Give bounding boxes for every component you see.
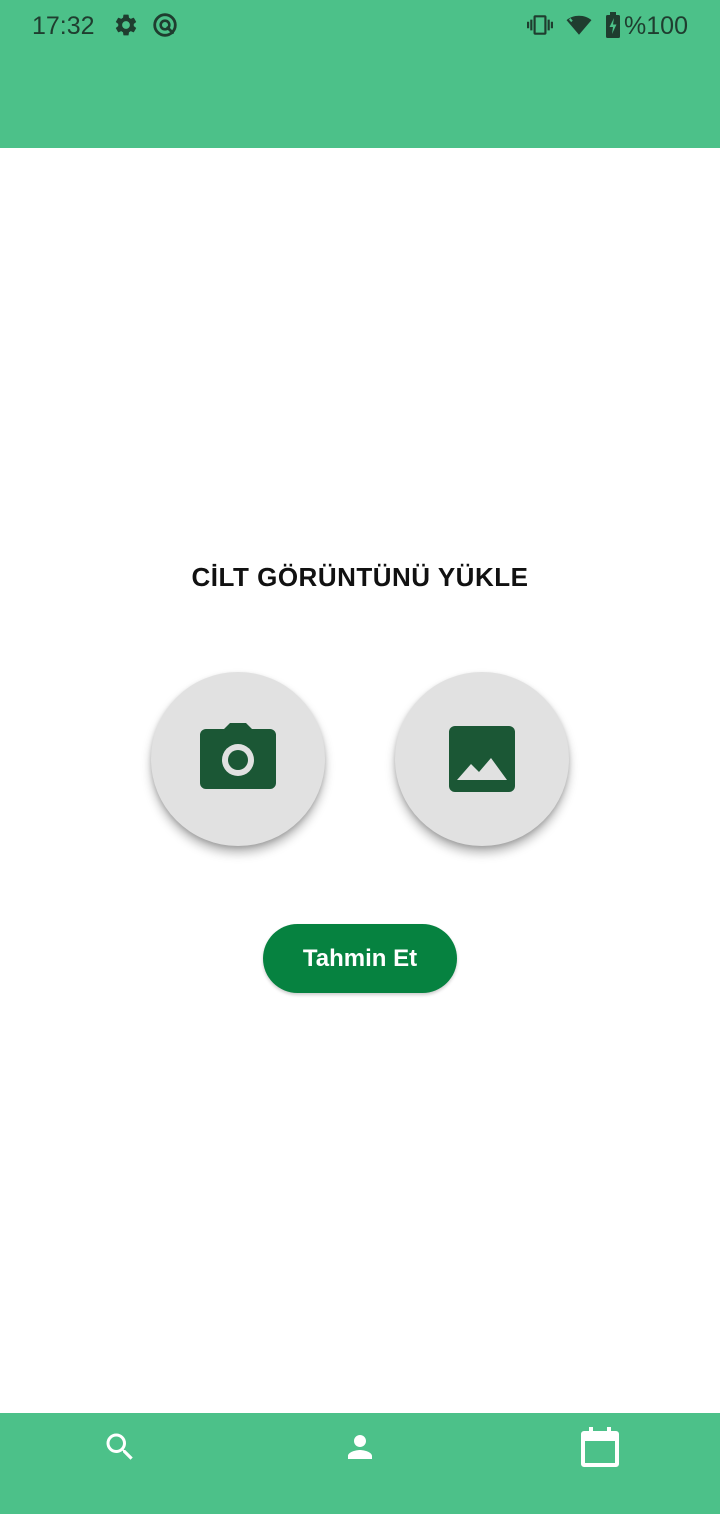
person-icon: [348, 1435, 372, 1459]
page-title: CİLT GÖRÜNTÜNÜ YÜKLE: [191, 562, 529, 592]
image-icon: [449, 726, 515, 792]
battery-percentage: %100: [624, 12, 688, 40]
nav-item-profile[interactable]: [240, 1413, 480, 1481]
bottom-nav: [0, 1413, 720, 1514]
gallery-button[interactable]: [395, 672, 569, 846]
wifi-icon: [564, 12, 594, 38]
nav-item-search[interactable]: [0, 1413, 240, 1481]
app-bar: 17:32 %100: [0, 0, 720, 148]
calendar-icon: [581, 1427, 619, 1467]
camera-button[interactable]: [151, 672, 325, 846]
sync-icon: [152, 12, 178, 38]
search-icon: [106, 1433, 133, 1460]
status-bar: 17:32 %100: [0, 0, 720, 52]
camera-icon: [200, 723, 276, 789]
battery-charging-icon: [603, 12, 623, 38]
status-time: 17:32: [32, 12, 95, 40]
vibrate-icon: [527, 12, 553, 38]
nav-item-calendar[interactable]: [480, 1413, 720, 1481]
settings-icon: [113, 12, 139, 38]
predict-button[interactable]: Tahmin Et: [263, 924, 457, 993]
